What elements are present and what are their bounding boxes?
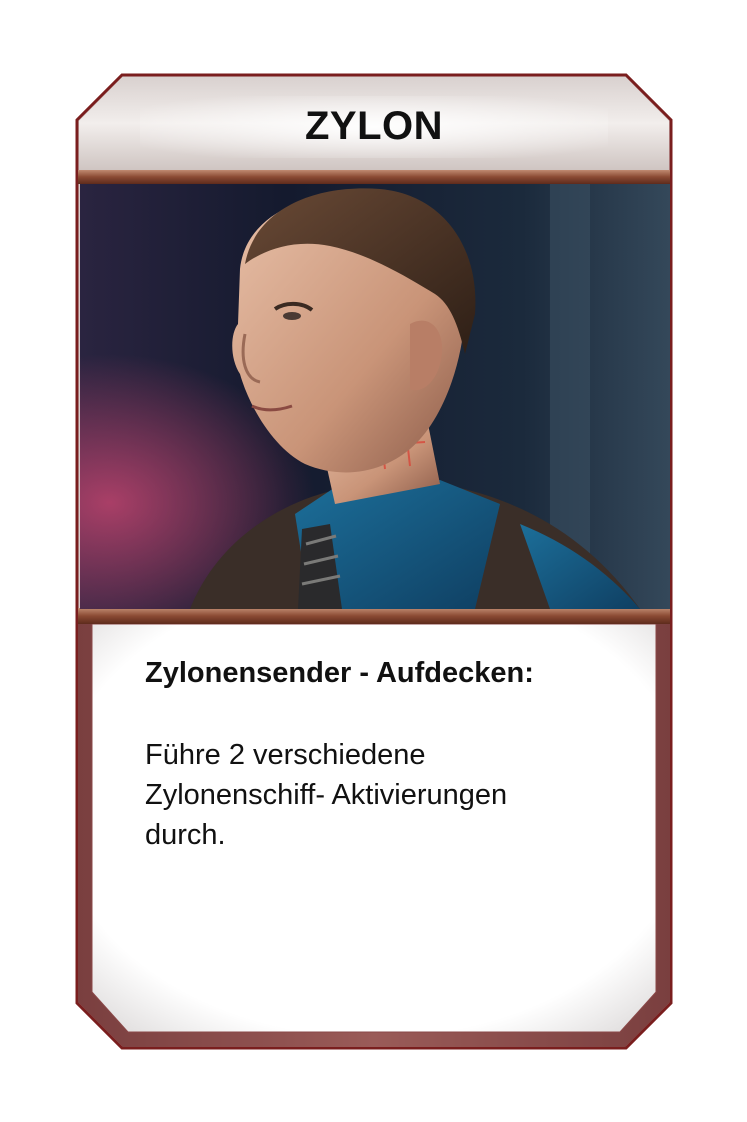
man-portrait-icon	[80, 184, 670, 609]
portrait-divider-bar	[78, 608, 670, 624]
card-title: ZYLON	[304, 104, 444, 148]
ability-title: Zylonensender - Aufdecken:	[145, 657, 534, 689]
ability-text-area: Zylonensender - Aufdecken: Führe 2 versc…	[145, 655, 635, 855]
character-portrait	[80, 184, 670, 609]
ability-description: Führe 2 verschiedene Zylonenschiff- Akti…	[145, 739, 508, 851]
title-divider-bar	[78, 170, 670, 184]
